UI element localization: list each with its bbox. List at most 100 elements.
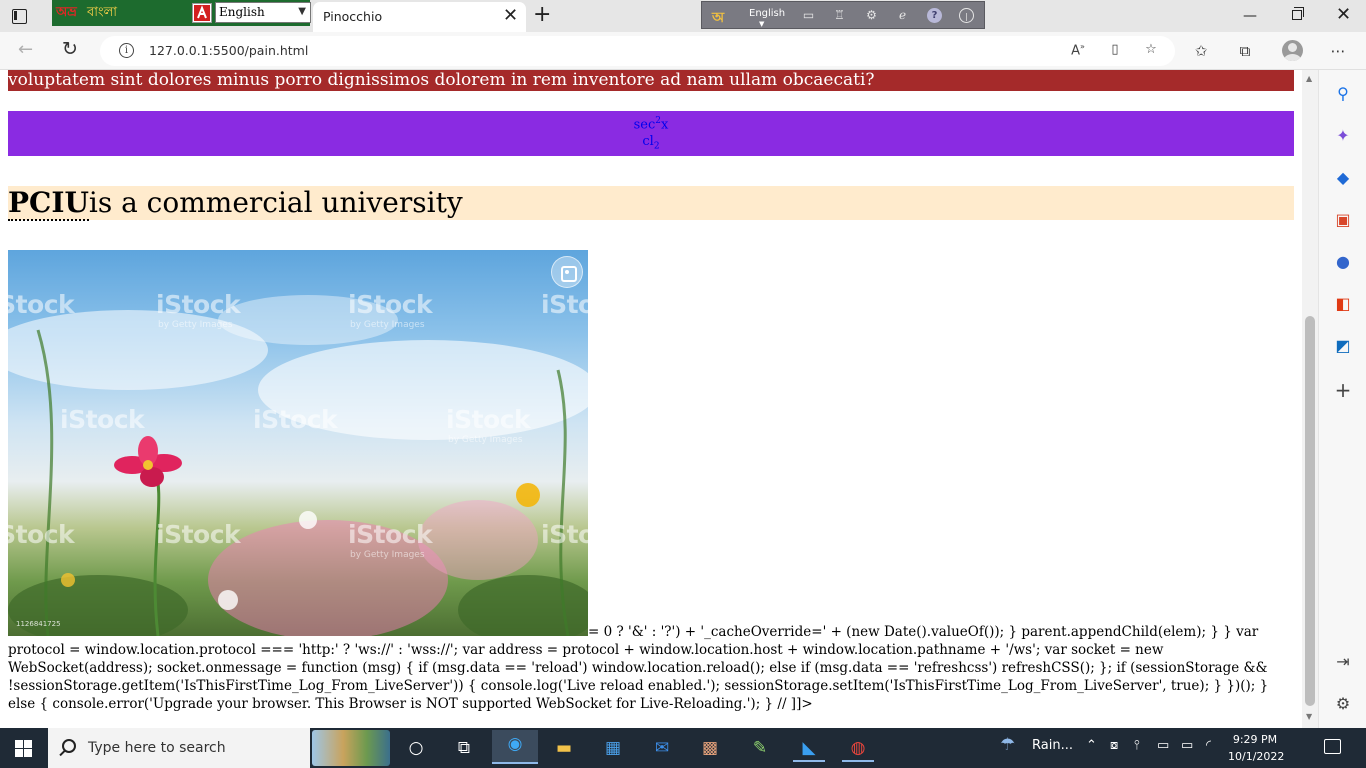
- back-icon[interactable]: ←: [18, 39, 33, 60]
- read-aloud-icon[interactable]: A»: [1068, 42, 1088, 60]
- language-bar-label[interactable]: English: [749, 8, 785, 19]
- watermark-subtitle: by Getty Images: [350, 550, 425, 560]
- close-tab-icon[interactable]: ✕: [503, 6, 518, 26]
- watermark: iStock: [348, 290, 433, 319]
- power-icon[interactable]: |: [959, 8, 974, 23]
- office-icon[interactable]: ◧: [1333, 294, 1353, 314]
- watermark: iStock: [348, 520, 433, 549]
- visual-search-icon[interactable]: [551, 256, 583, 288]
- taskbar-clock[interactable]: 9:29 PM 10/1/2022: [1228, 731, 1284, 765]
- restore-icon[interactable]: [1292, 7, 1304, 20]
- hide-sidebar-icon[interactable]: ⇥: [1333, 652, 1353, 672]
- immersive-reader-icon[interactable]: ▯: [1105, 42, 1125, 60]
- heading-text: is a commercial university: [88, 186, 463, 219]
- watermark: iStock: [8, 290, 75, 319]
- profile-avatar[interactable]: [1282, 40, 1303, 61]
- pciu-abbreviation[interactable]: PCIU: [8, 186, 89, 221]
- scroll-up-arrow-icon[interactable]: ▲: [1306, 74, 1312, 83]
- photo-app-icon[interactable]: ▩: [694, 734, 726, 762]
- watermark: iStock: [60, 405, 145, 434]
- keyboard-language-value: English: [219, 5, 265, 19]
- sidebar-settings-icon[interactable]: ⚙: [1333, 694, 1353, 714]
- watermark: iStock: [8, 520, 75, 549]
- refresh-icon[interactable]: ↻: [62, 38, 78, 60]
- outlook-icon[interactable]: ◩: [1333, 336, 1353, 356]
- add-sidebar-app-icon[interactable]: +: [1333, 380, 1353, 400]
- clock-time: 9:29 PM: [1232, 733, 1278, 746]
- window-close-icon[interactable]: ✕: [1336, 4, 1351, 25]
- tab-actions-icon[interactable]: [10, 7, 28, 25]
- keyboard-logo[interactable]: অভ্র: [56, 3, 77, 24]
- windows-taskbar: Type here to search ○ ⧉ ◉ ▬ ▦ ✉ ▩ ✎ ◣ ◍ …: [0, 728, 1366, 768]
- page-scrollbar[interactable]: ▲ ▼: [1302, 70, 1318, 728]
- site-info-icon[interactable]: i: [119, 43, 134, 58]
- watermark: iStock: [446, 405, 531, 434]
- vscode-icon[interactable]: ◣: [793, 734, 825, 762]
- chrome-icon[interactable]: ◍: [842, 734, 874, 762]
- keyboard-language-select[interactable]: English ▼: [215, 2, 311, 23]
- scroll-down-arrow-icon[interactable]: ▼: [1306, 712, 1312, 721]
- keyboard-widget: অভ্র বাংলা English ▼ ✗: [52, 0, 353, 26]
- keyboard-icon[interactable]: ▭: [801, 8, 816, 23]
- page-viewport: voluptatem sint dolores minus porro dign…: [0, 70, 1302, 728]
- minimize-icon[interactable]: —: [1243, 8, 1257, 24]
- watermark-subtitle: by Getty Images: [350, 320, 425, 330]
- notifications-icon[interactable]: [1324, 739, 1341, 754]
- navigation-bar: ← ↻ i 127.0.0.1:5500/pain.html A» ▯ ☆ ✩ …: [0, 32, 1366, 70]
- show-hidden-icons-icon[interactable]: ⌃: [1086, 738, 1097, 753]
- copilot-icon[interactable]: ✦: [1333, 126, 1353, 146]
- help-icon[interactable]: ?: [927, 8, 942, 23]
- scroll-thumb[interactable]: [1305, 316, 1315, 706]
- title-bar: অভ্র বাংলা English ▼ ✗ Pinocchio ✕ + অ E…: [0, 0, 1366, 32]
- edge-taskbar-icon[interactable]: ◉: [492, 730, 538, 764]
- meet-now-icon[interactable]: ⧇: [1110, 738, 1118, 753]
- file-explorer-icon[interactable]: ▬: [548, 734, 580, 762]
- shopping-tag-icon[interactable]: ◆: [1333, 168, 1353, 188]
- task-view-icon[interactable]: ⧉: [448, 734, 480, 762]
- keyboard-layout-name[interactable]: বাংলা: [87, 3, 117, 24]
- live-server-script-text: = 0 ? '&' : '?') + '_cacheOverride=' + (…: [8, 624, 1269, 712]
- watermark-subtitle: by Getty Images: [448, 435, 523, 445]
- caret-down-icon[interactable]: ▼: [759, 20, 764, 28]
- edge-sidebar: ⚲ ✦ ◆ ▣ ● ◧ ◩ + ⇥ ⚙: [1318, 70, 1366, 728]
- battery-icon[interactable]: ▭: [1181, 738, 1193, 753]
- settings-icon[interactable]: ⚙: [864, 8, 879, 23]
- search-icon[interactable]: ⚲: [1333, 84, 1353, 104]
- watermark-subtitle: by Getty Images: [158, 320, 233, 330]
- chess-pawn-icon[interactable]: ♖: [832, 8, 847, 23]
- microphone-icon[interactable]: ⫯: [1134, 738, 1140, 753]
- more-options-icon[interactable]: ⋯: [1327, 42, 1349, 62]
- language-bar-logo[interactable]: অ: [712, 6, 724, 30]
- url-text[interactable]: 127.0.0.1:5500/pain.html: [149, 43, 308, 58]
- watermark: iStock: [253, 405, 338, 434]
- keyboard-mode-icon[interactable]: [192, 3, 212, 23]
- tab-pinocchio[interactable]: Pinocchio ✕: [313, 2, 526, 32]
- address-bar[interactable]: i 127.0.0.1:5500/pain.html A» ▯ ☆: [100, 36, 1175, 66]
- chevron-down-icon: ▼: [298, 6, 306, 17]
- formula-denominator: cl2: [642, 134, 660, 152]
- watermark: iStock: [541, 290, 588, 319]
- taskbar-search-box[interactable]: Type here to search: [48, 728, 310, 768]
- mail-icon[interactable]: ✉: [646, 734, 678, 762]
- games-icon[interactable]: ●: [1333, 252, 1353, 272]
- red-paragraph: voluptatem sint dolores minus porro dign…: [8, 70, 1294, 91]
- collections-icon[interactable]: ⧉: [1234, 42, 1256, 62]
- notepad-plus-icon[interactable]: ✎: [744, 734, 776, 762]
- windows-start-icon[interactable]: [15, 740, 32, 757]
- search-placeholder: Type here to search: [88, 740, 226, 756]
- display-icon[interactable]: ▭: [1157, 738, 1169, 753]
- search-highlight-art[interactable]: [312, 730, 390, 766]
- weather-umbrella-icon[interactable]: ☂: [1000, 735, 1015, 755]
- new-tab-icon[interactable]: +: [533, 3, 551, 27]
- math-formula-box: sec2x cl2: [8, 111, 1294, 156]
- microsoft-store-icon[interactable]: ▦: [597, 734, 629, 762]
- favorites-icon[interactable]: ✩: [1190, 42, 1212, 62]
- cortana-icon[interactable]: ○: [400, 734, 432, 762]
- add-favorite-icon[interactable]: ☆: [1141, 42, 1161, 60]
- watermark: iStock: [541, 520, 588, 549]
- weather-text[interactable]: Rain...: [1032, 738, 1073, 753]
- internet-explorer-icon[interactable]: ℯ: [895, 8, 910, 23]
- wifi-icon[interactable]: ◜: [1206, 738, 1211, 753]
- tab-title: Pinocchio: [323, 9, 383, 24]
- tools-icon[interactable]: ▣: [1333, 210, 1353, 230]
